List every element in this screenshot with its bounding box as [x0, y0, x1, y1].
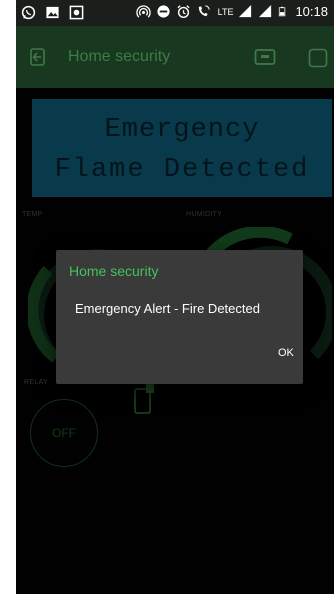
- do-not-disturb-icon: [157, 5, 170, 18]
- battery-icon: [279, 6, 286, 17]
- whatsapp-icon: [21, 5, 36, 20]
- camera-icon: [69, 5, 84, 20]
- back-icon[interactable]: [28, 47, 48, 67]
- alert-dialog: Home security Emergency Alert - Fire Det…: [56, 250, 303, 384]
- dialog-message: Emergency Alert - Fire Detected: [75, 301, 260, 316]
- ok-button[interactable]: OK: [278, 347, 294, 359]
- signal-strength-icon: [239, 4, 252, 18]
- phone-screen: LTE 10:18 Home security Emergency Flame …: [16, 0, 334, 594]
- app-bar: Home security: [16, 26, 334, 88]
- page-title: Home security: [68, 48, 171, 65]
- wifi-call-icon: [198, 5, 210, 17]
- signal-strength-icon-2: [259, 4, 272, 18]
- status-bar: LTE 10:18: [16, 0, 334, 26]
- network-type-label: LTE: [217, 6, 234, 17]
- alarm-icon: [177, 5, 190, 19]
- clock: 10:18: [295, 4, 328, 19]
- gallery-icon: [46, 6, 59, 19]
- dialog-title: Home security: [69, 263, 159, 279]
- hotspot-icon: [135, 5, 151, 18]
- add-widget-icon[interactable]: [308, 48, 328, 68]
- device-icon[interactable]: [254, 48, 276, 66]
